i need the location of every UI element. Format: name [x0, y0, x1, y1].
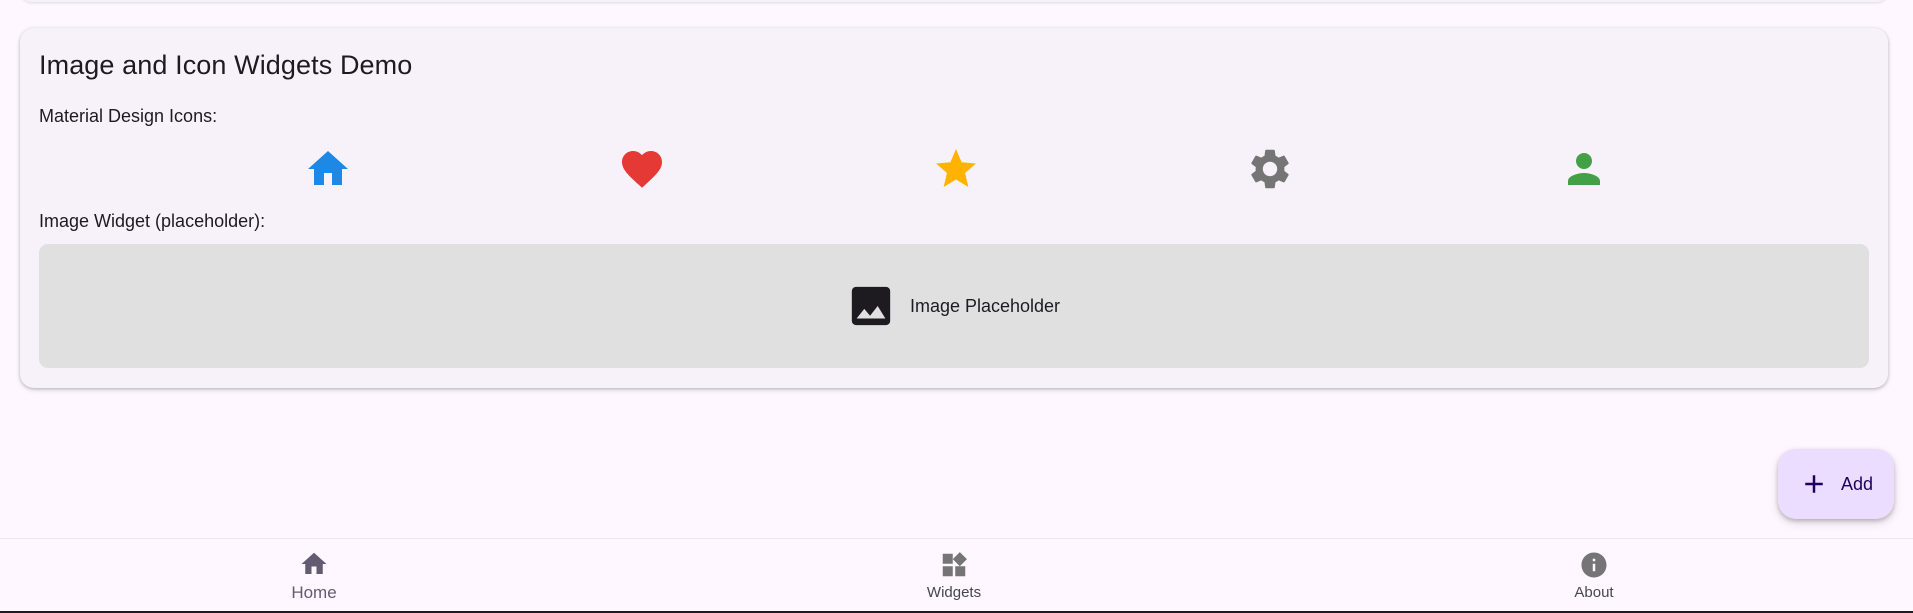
icons-section-label: Material Design Icons: [39, 106, 218, 126]
info-icon [1581, 552, 1607, 578]
image-section-label: Image Widget (placeholder): [39, 211, 266, 231]
bottom-navigation-bar: Home Widgets About [0, 538, 1913, 613]
widgets-icon [942, 552, 967, 577]
nav-item-label: Widgets [926, 584, 982, 601]
nav-item-label: About [1574, 584, 1614, 601]
home-icon [301, 552, 327, 574]
nav-item-widgets[interactable]: Widgets [854, 539, 1054, 612]
placeholder-text: Image Placeholder [909, 295, 1061, 316]
previous-card-edge [20, 0, 1888, 2]
gear-icon [1245, 144, 1295, 194]
star-icon [931, 144, 981, 194]
icon-row [20, 144, 1888, 194]
add-button[interactable]: Add [1778, 449, 1894, 519]
plus-icon [1805, 475, 1823, 493]
heart-icon [617, 144, 667, 194]
image-placeholder: Image Placeholder [39, 244, 1869, 368]
card-title: Image and Icon Widgets Demo [39, 50, 413, 80]
nav-item-home[interactable]: Home [214, 539, 414, 612]
nav-item-label: Home [291, 582, 337, 602]
app-screen: Image and Icon Widgets Demo Material Des… [0, 0, 1913, 613]
home-icon [303, 144, 353, 194]
image-icon-demo-card: Image and Icon Widgets Demo Material Des… [20, 28, 1888, 388]
add-button-label: Add [1840, 473, 1874, 494]
nav-item-about[interactable]: About [1494, 539, 1694, 612]
person-icon [1559, 144, 1609, 194]
image-icon [851, 286, 891, 326]
